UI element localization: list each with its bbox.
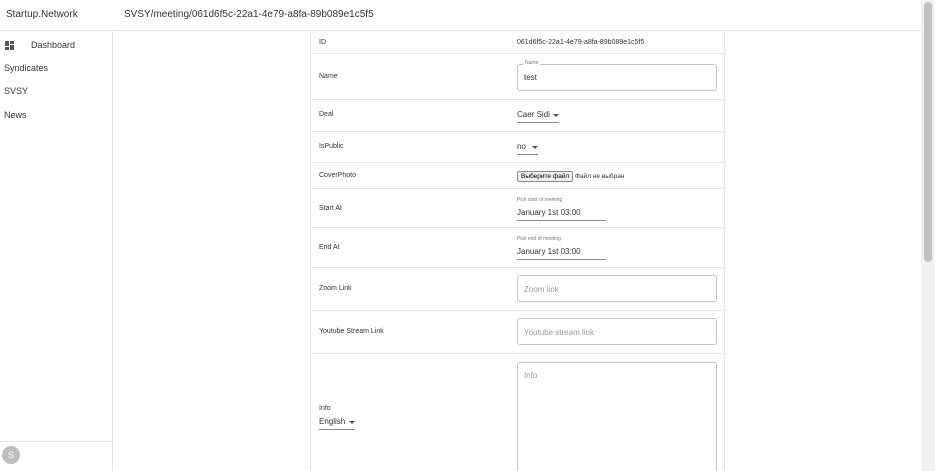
start-at-label: Start At [319,205,342,212]
deal-select-value: Caer Sidi [517,110,550,119]
start-at-hint: Pick start of meeting [517,197,563,203]
deal-select[interactable]: Caer Sidi [517,109,559,123]
scrollbar[interactable] [921,0,935,471]
info-label: Info [319,405,331,412]
zoom-link-label: Zoom Link [319,285,352,292]
end-at-picker[interactable]: Pick end of meeting January 1st 03:00 [517,236,606,260]
sidebar-item-label: SVSY [4,86,29,96]
info-language-select[interactable]: English [319,416,355,430]
meeting-form: ID 061d6f5c-22a1-4e79-a8fa-89b089e1c5f5 … [310,31,725,471]
sidebar-item-dashboard[interactable]: Dashboard [0,36,112,56]
choose-file-button[interactable]: Выберите файл [517,171,574,182]
name-label: Name [319,73,338,80]
breadcrumb: SVSY/meeting/061d6f5c-22a1-4e79-a8fa-89b… [124,9,374,20]
deal-label: Deal [319,111,334,118]
id-value: 061d6f5c-22a1-4e79-a8fa-89b089e1c5f5 [517,39,645,46]
info-language-value: English [319,417,346,426]
row-start-at: Start At Pick start of meeting January 1… [311,189,724,228]
youtube-link-input[interactable] [524,325,710,339]
name-field-value: test [524,73,537,82]
sidebar-item-label: News [4,110,27,120]
sidebar-divider [0,441,112,442]
row-id: ID 061d6f5c-22a1-4e79-a8fa-89b089e1c5f5 [311,31,724,54]
avatar[interactable]: S [2,446,20,464]
dashboard-icon [5,41,14,50]
ispublic-select-value: no [517,142,526,151]
zoom-link-input[interactable] [524,282,710,296]
file-status: Файл не выбран [575,173,625,180]
info-textarea[interactable] [524,371,710,467]
sidebar-item-label: Dashboard [31,40,76,50]
youtube-link-field[interactable] [517,318,717,345]
id-label: ID [319,39,326,46]
start-at-picker[interactable]: Pick start of meeting January 1st 03:00 [517,197,606,221]
sidebar-item-svsy[interactable]: SVSY [0,82,112,102]
start-at-value: January 1st 03:00 [517,208,581,217]
youtube-link-label: Youtube Stream Link [319,328,384,335]
name-field-legend: Name [523,60,541,66]
sidebar: Dashboard Syndicates SVSY News S [0,31,113,471]
chevron-down-icon [553,114,559,117]
coverphoto-label: CoverPhoto [319,172,356,179]
sidebar-item-label: Syndicates [4,63,49,73]
chevron-down-icon [532,146,538,149]
end-at-label: End At [319,244,340,251]
zoom-link-field[interactable] [517,275,717,302]
row-youtube-link: Youtube Stream Link [311,311,724,354]
app-brand[interactable]: Startup.Network [6,9,78,20]
sidebar-item-news[interactable]: News [0,106,112,126]
info-field[interactable] [517,362,717,471]
top-bar: Startup.Network SVSY/meeting/061d6f5c-22… [0,0,921,31]
row-zoom-link: Zoom Link [311,268,724,311]
row-deal: Deal Caer Sidi [311,100,724,132]
row-name: Name Name test [311,54,724,100]
row-coverphoto: CoverPhoto Выберите файл Файл не выбран [311,163,724,189]
chevron-down-icon [349,421,355,424]
end-at-hint: Pick end of meeting [517,236,561,242]
row-ispublic: IsPublic no [311,132,724,163]
name-field[interactable]: Name test [517,60,717,91]
row-end-at: End At Pick end of meeting January 1st 0… [311,228,724,268]
row-info: Info English [311,354,724,471]
ispublic-label: IsPublic [319,143,344,150]
sidebar-item-syndicates[interactable]: Syndicates [0,59,112,79]
end-at-value: January 1st 03:00 [517,247,581,256]
scrollbar-thumb[interactable] [924,2,932,262]
ispublic-select[interactable]: no [517,141,538,155]
